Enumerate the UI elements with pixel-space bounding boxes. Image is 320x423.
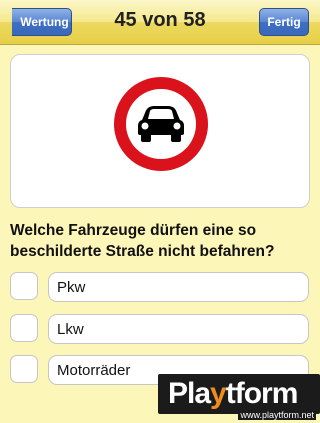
done-button-label: Fertig	[267, 15, 301, 29]
done-button[interactable]: Fertig	[259, 8, 309, 36]
watermark-logo-part: Pla	[168, 377, 211, 410]
answer-field[interactable]: Lkw	[48, 314, 309, 344]
sign-image-card	[10, 54, 310, 208]
answer-checkbox[interactable]	[10, 314, 38, 342]
answer-label: Lkw	[57, 320, 84, 338]
watermark-logo-part: y	[210, 377, 227, 410]
answer-row[interactable]: Pkw	[10, 272, 310, 302]
watermark-logo: Pla y tform	[158, 374, 320, 414]
answer-label: Motorräder	[57, 361, 131, 379]
answer-row[interactable]: Lkw	[10, 314, 310, 344]
watermark-url: www.playtform.net	[238, 410, 316, 420]
answer-checkbox[interactable]	[10, 355, 38, 383]
watermark-logo-part: tform	[225, 377, 299, 410]
watermark: Pla y tform www.playtform.net	[158, 374, 320, 423]
navigation-bar: Wertung 45 von 58 Fertig	[0, 0, 320, 45]
answer-checkbox[interactable]	[10, 272, 38, 300]
question-text: Welche Fahrzeuge dürfen eine so beschild…	[10, 222, 275, 260]
answer-label: Pkw	[57, 278, 86, 296]
answer-field[interactable]: Pkw	[48, 272, 309, 302]
no-motor-vehicles-sign-icon	[114, 77, 208, 171]
